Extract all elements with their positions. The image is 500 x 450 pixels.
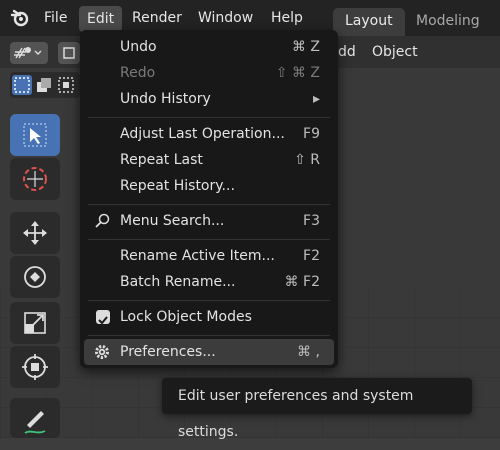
menu-item-label: Menu Search...	[120, 213, 225, 229]
cursor-icon	[23, 123, 47, 147]
tool-cursor[interactable]	[10, 158, 60, 200]
transform-icon	[14, 47, 42, 59]
menu-item-undo[interactable]: Undo ⌘ Z	[84, 34, 334, 60]
menu-item-menu-search[interactable]: Menu Search... F3	[84, 208, 334, 234]
menu-item-redo[interactable]: Redo ⇧ ⌘ Z	[84, 60, 334, 86]
box-select-button[interactable]	[58, 42, 80, 64]
select-new-icon[interactable]	[12, 75, 32, 95]
menu-item-shortcut: F2	[303, 248, 320, 264]
tool-annotate[interactable]	[10, 398, 60, 438]
menu-edit[interactable]: Edit	[79, 6, 123, 32]
move-arrows-icon	[23, 221, 47, 245]
menu-item-shortcut: ⌘ Z	[291, 39, 320, 55]
menu-file[interactable]: File	[36, 0, 75, 36]
edit-menu-dropdown: Undo ⌘ Z Redo ⇧ ⌘ Z Undo History ▸ Adjus…	[80, 30, 338, 368]
transform-orientation-button[interactable]	[10, 42, 48, 64]
menu-item-label: Adjust Last Operation...	[120, 126, 285, 142]
menu-separator	[88, 335, 330, 336]
menu-item-repeat-last[interactable]: Repeat Last ⇧ R	[84, 147, 334, 173]
tool-transform[interactable]	[10, 346, 60, 388]
tab-layout[interactable]: Layout	[333, 8, 405, 36]
square-icon	[63, 47, 75, 59]
preferences-tooltip: Edit user preferences and system setting…	[162, 378, 472, 440]
tool-rotate[interactable]	[10, 256, 60, 298]
menu-item-shortcut: ⌘ F2	[284, 274, 320, 290]
menu-item-shortcut: ⇧ ⌘ Z	[275, 65, 320, 81]
transform-tool-icon	[22, 354, 48, 380]
menu-item-label: Repeat Last	[120, 152, 203, 168]
checkbox-checked-icon[interactable]	[96, 310, 110, 325]
menu-separator	[88, 239, 330, 240]
menu-item-shortcut: ⌘ ,	[297, 344, 320, 360]
object-menu[interactable]: Object	[372, 40, 418, 64]
crosshair-cursor-icon	[23, 167, 47, 191]
menu-item-shortcut: F3	[303, 213, 320, 229]
menu-item-label: Undo	[120, 39, 157, 55]
select-subtract-icon[interactable]	[56, 75, 76, 95]
menu-separator	[88, 117, 330, 118]
menu-item-rename-active-item[interactable]: Rename Active Item... F2	[84, 243, 334, 269]
menu-item-label: Lock Object Modes	[120, 309, 252, 325]
menu-item-label: Redo	[120, 65, 156, 81]
select-extend-icon[interactable]	[34, 75, 54, 95]
tool-scale[interactable]	[10, 302, 60, 344]
menu-separator	[88, 300, 330, 301]
search-icon	[95, 213, 110, 228]
submenu-arrow-icon: ▸	[312, 91, 320, 107]
tool-move[interactable]	[10, 212, 60, 254]
menu-item-repeat-history[interactable]: Repeat History...	[84, 173, 334, 199]
menu-item-lock-object-modes[interactable]: Lock Object Modes	[84, 304, 334, 330]
menu-item-label: Rename Active Item...	[120, 248, 275, 264]
scale-icon	[24, 312, 46, 334]
menu-item-label: Preferences...	[120, 344, 216, 360]
blender-logo-icon[interactable]	[10, 8, 30, 28]
menu-item-adjust-last-operation[interactable]: Adjust Last Operation... F9	[84, 121, 334, 147]
gear-icon	[95, 345, 109, 359]
selection-mode-row	[10, 72, 80, 98]
menu-item-batch-rename[interactable]: Batch Rename... ⌘ F2	[84, 269, 334, 295]
menu-separator	[88, 204, 330, 205]
rotate-icon	[24, 266, 46, 288]
menu-item-label: Undo History	[120, 91, 211, 107]
menu-item-preferences[interactable]: Preferences... ⌘ ,	[84, 339, 334, 365]
menu-item-shortcut: F9	[303, 126, 320, 142]
menu-item-undo-history[interactable]: Undo History ▸	[84, 86, 334, 112]
tab-modeling[interactable]: Modeling	[404, 8, 492, 36]
tool-select[interactable]	[10, 114, 60, 156]
menu-item-shortcut: ⇧ R	[294, 152, 320, 168]
menu-item-label: Batch Rename...	[120, 274, 236, 290]
pencil-icon	[24, 411, 46, 434]
menu-item-label: Repeat History...	[120, 178, 235, 194]
add-menu[interactable]: dd	[338, 40, 356, 64]
